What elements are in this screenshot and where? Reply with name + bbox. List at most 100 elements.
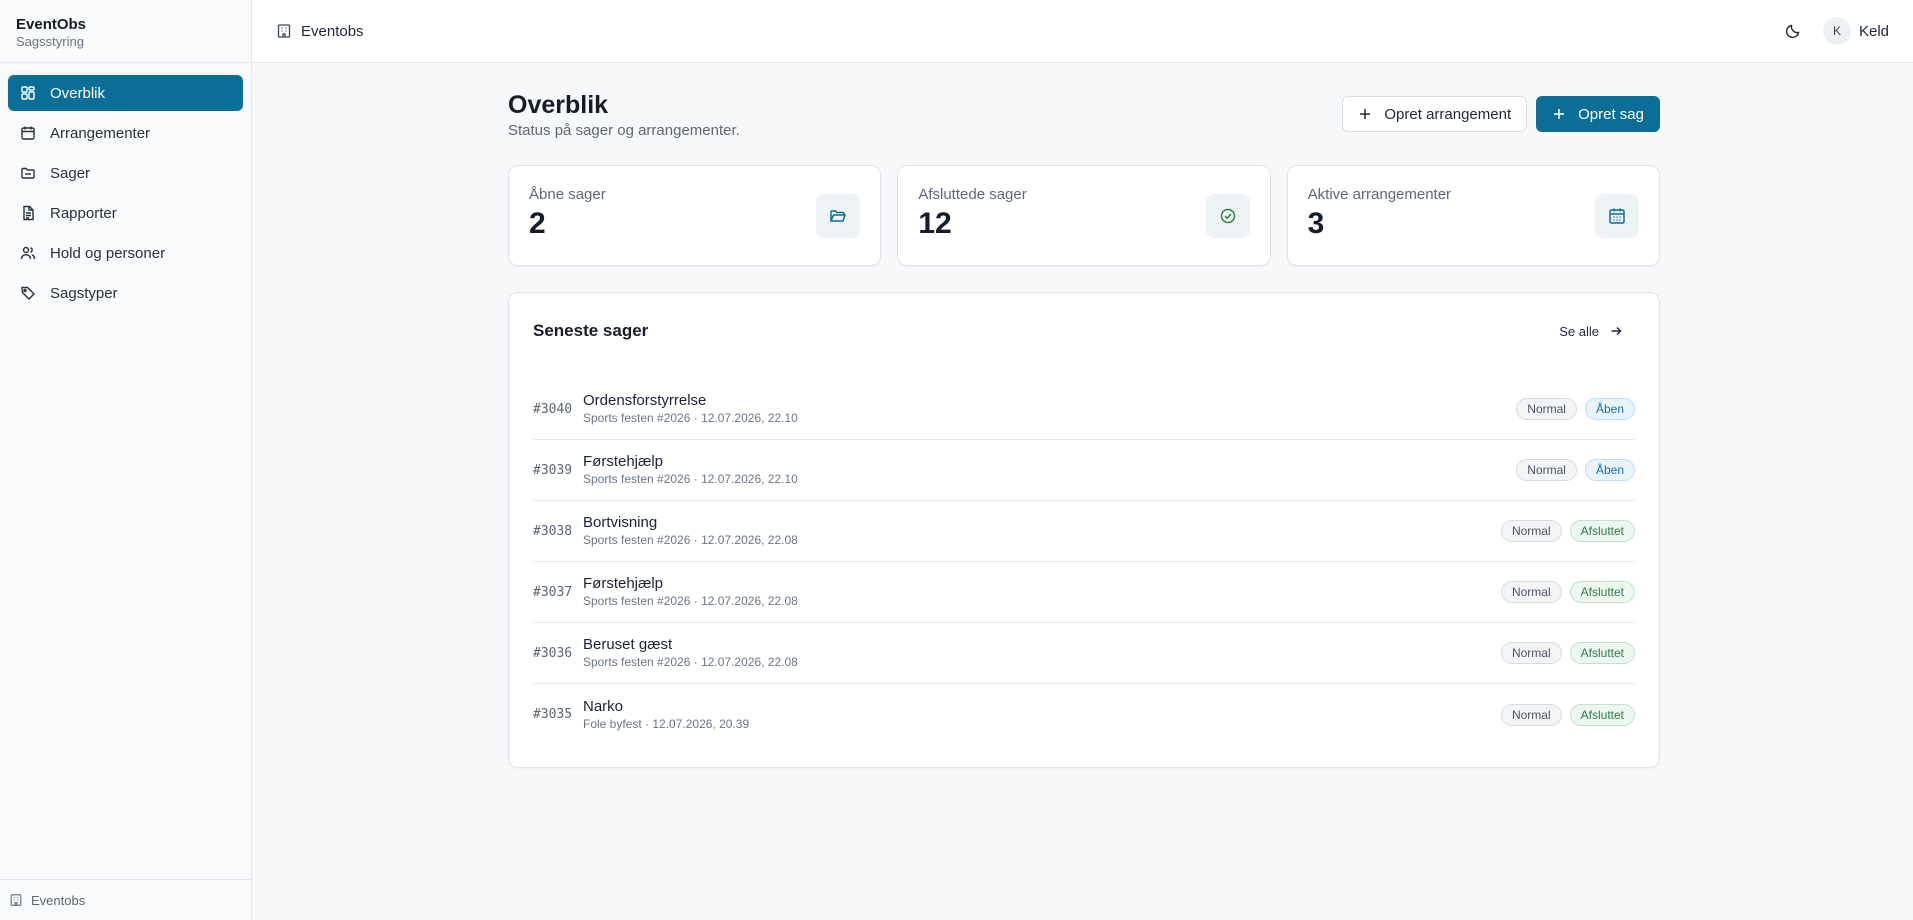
building-icon <box>10 894 22 906</box>
case-id: #3035 <box>533 707 573 722</box>
table-row[interactable]: #3036 Beruset gæst Sports festen #2026 ·… <box>533 623 1635 684</box>
tag-icon <box>20 285 36 301</box>
case-badges: Normal Afsluttet <box>1500 520 1635 542</box>
topbar: Eventobs K Keld <box>252 0 1913 63</box>
sidebar-item-label: Arrangementer <box>50 124 151 142</box>
breadcrumb-label: Eventobs <box>301 22 364 40</box>
moon-icon <box>1785 24 1800 39</box>
avatar: K <box>1822 17 1851 45</box>
case-id: #3038 <box>533 523 573 539</box>
theme-toggle-button[interactable] <box>1777 15 1809 47</box>
create-event-button[interactable]: Opret arrangement <box>1342 96 1528 132</box>
case-meta: Sports festen #2026 · 12.07.2026, 22.10 <box>583 411 798 425</box>
sidebar-item-overblik[interactable]: Overblik <box>8 75 243 111</box>
plus-icon <box>1552 107 1566 121</box>
case-badges: Normal Afsluttet <box>1500 581 1635 603</box>
breadcrumb[interactable]: Eventobs <box>276 23 364 40</box>
case-meta: Sports festen #2026 · 12.07.2026, 22.10 <box>583 472 798 486</box>
sidebar: EventObs Sagsstyring Overblik Arrangemen… <box>0 0 252 920</box>
status-badge: Afsluttet <box>1569 520 1635 542</box>
page-actions: Opret arrangement Opret sag <box>1342 96 1660 132</box>
stat-label: Åbne sager <box>529 186 606 203</box>
priority-badge: Normal <box>1500 520 1562 542</box>
status-badge: Åben <box>1584 459 1635 481</box>
table-row[interactable]: #3040 Ordensforstyrrelse Sports festen #… <box>533 379 1635 440</box>
sidebar-item-sager[interactable]: Sager <box>8 155 243 191</box>
case-badges: Normal Afsluttet <box>1500 703 1635 726</box>
card-title: Seneste sager <box>533 321 649 340</box>
case-id: #3037 <box>533 584 573 600</box>
sidebar-item-label: Hold og personer <box>50 244 166 262</box>
stat-card-active-events: Aktive arrangementer 3 <box>1286 165 1660 266</box>
priority-badge: Normal <box>1516 459 1577 481</box>
case-id: #3036 <box>533 645 573 661</box>
users-icon <box>20 245 36 261</box>
brand-name: EventObs <box>16 16 87 33</box>
priority-badge: Normal <box>1500 642 1562 664</box>
case-badges: Normal Åben <box>1516 398 1635 420</box>
calendar-icon <box>20 125 36 141</box>
recent-cases-list: #3040 Ordensforstyrrelse Sports festen #… <box>533 379 1635 745</box>
card-header: Seneste sager Se alle <box>533 319 1635 343</box>
brand-subtitle: Sagsstyring <box>16 34 84 49</box>
case-badges: Normal Afsluttet <box>1500 642 1635 664</box>
table-row[interactable]: #3039 Førstehjælp Sports festen #2026 · … <box>533 440 1635 501</box>
case-title: Førstehjælp <box>583 453 664 470</box>
calendar-icon <box>1594 194 1639 238</box>
status-badge: Afsluttet <box>1569 581 1635 603</box>
stats-row: Åbne sager 2 Afsluttede sager 12 Aktive … <box>508 165 1660 266</box>
priority-badge: Normal <box>1500 703 1562 726</box>
sidebar-item-label: Sager <box>50 164 91 182</box>
stat-value: 2 <box>529 207 546 240</box>
sidebar-item-label: Rapporter <box>50 204 117 222</box>
page-title: Overblik <box>508 91 609 119</box>
main-content: Overblik Status på sager og arrangemente… <box>508 90 1660 768</box>
page-header: Overblik Status på sager og arrangemente… <box>508 90 1660 139</box>
create-case-button[interactable]: Opret sag <box>1536 96 1660 132</box>
stat-card-closed-cases: Afsluttede sager 12 <box>897 165 1271 266</box>
recent-cases-card: Seneste sager Se alle #3040 Ordensforsty… <box>508 292 1660 768</box>
table-row[interactable]: #3037 Førstehjælp Sports festen #2026 · … <box>533 562 1635 623</box>
user-menu[interactable]: K Keld <box>1822 17 1889 45</box>
case-title: Bortvisning <box>583 514 658 531</box>
case-meta: Sports festen #2026 · 12.07.2026, 22.08 <box>583 533 798 547</box>
priority-badge: Normal <box>1516 398 1577 420</box>
stat-value: 3 <box>1307 207 1325 240</box>
sidebar-item-label: Overblik <box>50 84 106 102</box>
sidebar-nav: Overblik Arrangementer Sager Rapporter H… <box>0 63 251 327</box>
sidebar-footer-label: Eventobs <box>31 892 86 908</box>
sidebar-item-arrangementer[interactable]: Arrangementer <box>8 115 243 151</box>
user-name: Keld <box>1858 22 1889 40</box>
sidebar-item-rapporter[interactable]: Rapporter <box>8 195 243 231</box>
sidebar-item-sagstyper[interactable]: Sagstyper <box>8 275 243 311</box>
case-title: Beruset gæst <box>583 636 673 653</box>
table-row[interactable]: #3038 Bortvisning Sports festen #2026 · … <box>533 501 1635 562</box>
case-title: Førstehjælp <box>583 575 664 592</box>
status-badge: Afsluttet <box>1569 703 1635 726</box>
stat-label: Afsluttede sager <box>918 186 1027 203</box>
brand: EventObs Sagsstyring <box>0 0 251 63</box>
page-subtitle: Status på sager og arrangementer. <box>508 122 740 139</box>
dashboard-icon <box>20 85 36 101</box>
stat-value: 12 <box>918 207 952 240</box>
document-icon <box>20 205 36 221</box>
status-badge: Afsluttet <box>1569 642 1635 664</box>
sidebar-item-label: Sagstyper <box>50 284 118 302</box>
see-all-link[interactable]: Se alle <box>1559 324 1623 339</box>
case-id: #3040 <box>533 401 573 417</box>
case-meta: Sports festen #2026 · 12.07.2026, 22.08 <box>583 594 798 608</box>
plus-icon <box>1358 107 1372 121</box>
status-badge: Åben <box>1584 398 1635 420</box>
case-badges: Normal Åben <box>1516 459 1635 481</box>
case-meta: Sports festen #2026 · 12.07.2026, 22.08 <box>583 655 798 669</box>
folder-open-icon <box>816 194 861 238</box>
arrow-right-icon <box>1611 326 1622 336</box>
check-circle-icon <box>1205 194 1250 238</box>
table-row[interactable]: #3035 Narko Fole byfest · 12.07.2026, 20… <box>533 684 1635 745</box>
sidebar-item-hold-og-personer[interactable]: Hold og personer <box>8 235 243 271</box>
create-event-label: Opret arrangement <box>1384 105 1512 123</box>
see-all-label: Se alle <box>1559 323 1599 339</box>
case-meta: Fole byfest · 12.07.2026, 20.39 <box>583 716 750 731</box>
stat-card-open-cases: Åbne sager 2 <box>508 165 882 266</box>
stat-label: Aktive arrangementer <box>1307 186 1452 203</box>
